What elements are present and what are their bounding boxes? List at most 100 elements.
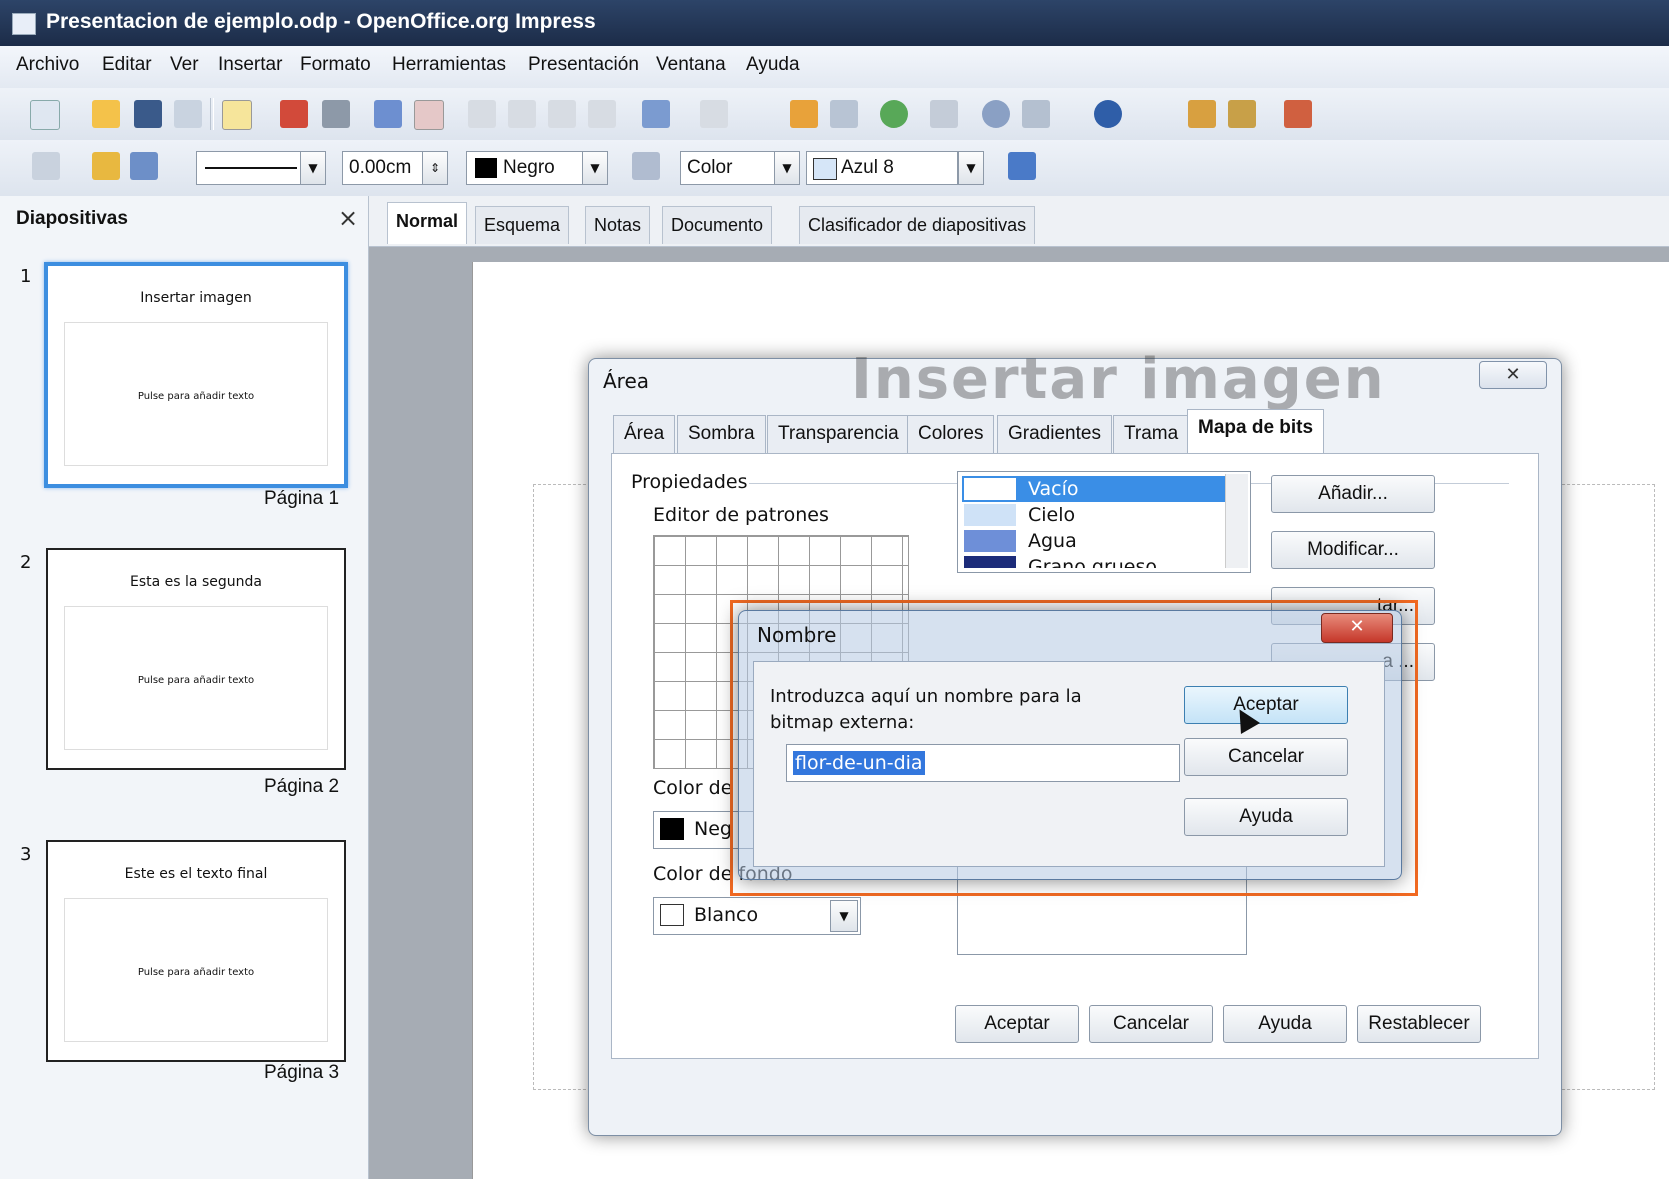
print-icon[interactable] — [322, 100, 350, 128]
close-icon[interactable]: ✕ — [1321, 613, 1393, 643]
slideshow-icon[interactable] — [1284, 100, 1312, 128]
list-item[interactable]: Cielo — [962, 502, 1226, 528]
menu-ayuda[interactable]: Ayuda — [746, 54, 800, 76]
menu-formato[interactable]: Formato — [300, 54, 371, 76]
name-input-value: flor-de-un-dia — [793, 751, 925, 775]
format-paintbrush-icon[interactable] — [588, 100, 616, 128]
edit-file-icon[interactable] — [222, 100, 252, 130]
menu-herramientas[interactable]: Herramientas — [392, 54, 506, 76]
tab-documento[interactable]: Documento — [662, 206, 773, 244]
close-icon[interactable]: ✕ — [1479, 361, 1547, 389]
area-dialog-title: Área — [603, 369, 650, 393]
menu-presentacion[interactable]: Presentación — [528, 54, 639, 76]
tab-esquema[interactable]: Esquema — [475, 206, 570, 244]
arrow-style-icon[interactable] — [130, 152, 158, 180]
open-folder-icon[interactable] — [92, 100, 120, 128]
new-document-icon[interactable] — [30, 100, 60, 130]
menu-bar: Archivo Editar Ver Insertar Formato Herr… — [0, 46, 1669, 88]
redo-icon[interactable] — [700, 100, 728, 128]
undo-icon[interactable] — [642, 100, 670, 128]
slide-design-icon[interactable] — [1228, 100, 1256, 128]
chart-icon[interactable] — [790, 100, 818, 128]
list-item[interactable]: Grano grueso — [962, 554, 1226, 568]
tab-trama[interactable]: Trama — [1113, 415, 1190, 453]
spellcheck-icon[interactable] — [374, 100, 402, 128]
paste-icon[interactable] — [548, 100, 576, 128]
area-color-value: Azul 8 — [841, 157, 894, 178]
copy-icon[interactable] — [508, 100, 536, 128]
pattern-editor-label: Editor de patrones — [653, 504, 829, 526]
slide-2-title: Esta es la segunda — [130, 574, 262, 590]
slide-title-behind: Insertar imagen — [851, 347, 1386, 412]
area-color-dropdown[interactable]: ▼ — [958, 151, 984, 185]
help-icon[interactable] — [1094, 100, 1122, 128]
area-ok-button[interactable]: Aceptar — [955, 1005, 1079, 1043]
shadow-icon[interactable] — [1008, 152, 1036, 180]
foreground-color-label: Color de — [653, 777, 733, 799]
list-item[interactable]: Vacío — [962, 476, 1226, 502]
menu-editar[interactable]: Editar — [102, 54, 152, 76]
line-color-field[interactable]: Negro — [466, 151, 584, 185]
cut-icon[interactable] — [468, 100, 496, 128]
export-pdf-icon[interactable] — [280, 100, 308, 128]
line-style-field[interactable] — [196, 151, 306, 185]
list-scrollbar[interactable] — [1225, 474, 1248, 568]
save-icon[interactable] — [134, 100, 162, 128]
tab-colores[interactable]: Colores — [907, 415, 995, 453]
name-ok-button[interactable]: Aceptar — [1184, 686, 1348, 724]
toggle-extrusion-icon[interactable] — [32, 152, 60, 180]
area-style-dropdown[interactable]: ▼ — [774, 151, 800, 185]
email-icon[interactable] — [174, 100, 202, 128]
tab-transparencia[interactable]: Transparencia — [767, 415, 910, 453]
tab-sombra[interactable]: Sombra — [677, 415, 766, 453]
line-icon[interactable] — [92, 152, 120, 180]
area-help-button[interactable]: Ayuda — [1223, 1005, 1347, 1043]
slide-1-body: Pulse para añadir texto — [137, 391, 255, 403]
modify-button[interactable]: Modificar... — [1271, 531, 1435, 569]
slide-thumbnail-2[interactable]: Esta es la segunda Pulse para añadir tex… — [46, 548, 346, 770]
tab-area[interactable]: Área — [613, 415, 676, 453]
line-color-value: Negro — [503, 157, 555, 178]
area-style-field[interactable]: Color — [680, 151, 776, 185]
area-reset-button[interactable]: Restablecer — [1357, 1005, 1481, 1043]
tab-notas[interactable]: Notas — [585, 206, 651, 244]
window-title: Presentacion de ejemplo.odp - OpenOffice… — [46, 10, 596, 33]
name-input[interactable]: flor-de-un-dia — [786, 744, 1180, 782]
grid-icon[interactable] — [930, 100, 958, 128]
slide-icon[interactable] — [1188, 100, 1216, 128]
zoom-icon[interactable] — [1022, 100, 1050, 128]
menu-insertar[interactable]: Insertar — [218, 54, 282, 76]
area-cancel-button[interactable]: Cancelar — [1089, 1005, 1213, 1043]
tab-normal[interactable]: Normal — [387, 202, 468, 244]
menu-archivo[interactable]: Archivo — [16, 54, 79, 76]
add-button[interactable]: Añadir... — [1271, 475, 1435, 513]
slide-thumbnail-3[interactable]: Este es el texto final Pulse para añadir… — [46, 840, 346, 1062]
list-item[interactable]: Agua — [962, 528, 1226, 554]
background-color-select[interactable]: Blanco ▼ — [653, 897, 861, 935]
menu-ventana[interactable]: Ventana — [656, 54, 726, 76]
impress-app-icon — [12, 13, 36, 35]
line-width-field[interactable]: 0.00cm — [342, 151, 426, 185]
slide-number-3: 3 — [20, 844, 32, 865]
view-tabs: Normal Esquema Notas Documento Clasifica… — [369, 196, 1669, 247]
name-cancel-button[interactable]: Cancelar — [1184, 738, 1348, 776]
name-help-button[interactable]: Ayuda — [1184, 798, 1348, 836]
close-icon[interactable]: × — [338, 204, 358, 232]
bitmap-list[interactable]: Vacío Cielo Agua Grano grueso — [957, 471, 1251, 573]
line-width-spinner[interactable]: ⇕ — [422, 151, 448, 185]
tab-mapa-de-bits[interactable]: Mapa de bits — [1187, 409, 1325, 455]
tab-clasificador[interactable]: Clasificador de diapositivas — [799, 206, 1036, 244]
tab-gradientes[interactable]: Gradientes — [997, 415, 1112, 453]
line-color-dropdown[interactable]: ▼ — [582, 151, 608, 185]
slide-thumbnail-1[interactable]: Insertar imagen Pulse para añadir texto — [44, 262, 348, 488]
navigator-icon[interactable] — [880, 100, 908, 128]
hyperlink-icon[interactable] — [982, 100, 1010, 128]
standard-toolbar — [0, 88, 1669, 141]
fill-bucket-icon[interactable] — [632, 152, 660, 180]
area-color-field[interactable]: Azul 8 — [806, 151, 958, 185]
menu-ver[interactable]: Ver — [170, 54, 199, 76]
table-icon[interactable] — [830, 100, 858, 128]
chevron-down-icon[interactable]: ▼ — [830, 900, 858, 932]
line-style-dropdown[interactable]: ▼ — [300, 151, 326, 185]
autospellcheck-icon[interactable] — [414, 100, 444, 130]
